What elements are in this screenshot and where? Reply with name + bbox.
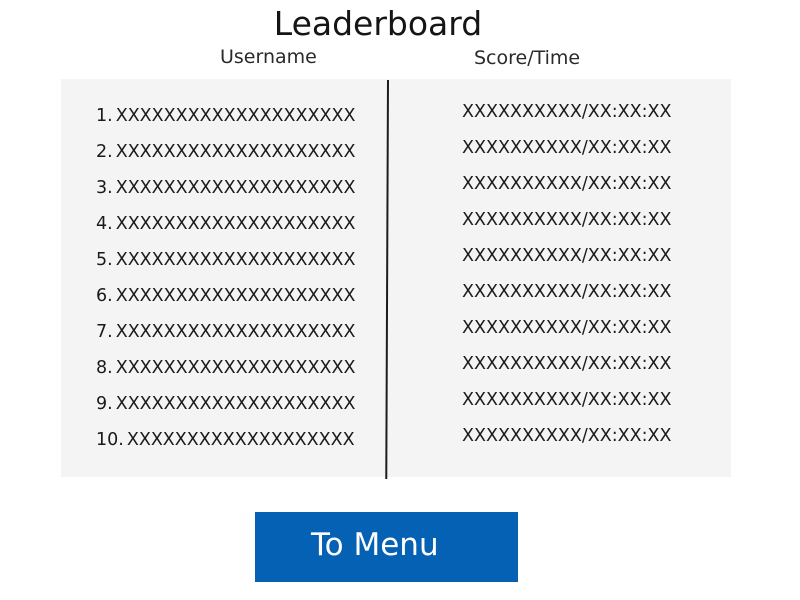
entry-score: XXXXXXXXXX/XX:XX:XX — [462, 282, 672, 302]
entry-username: XXXXXXXXXXXXXXXXXXXX — [115, 322, 356, 342]
leaderboard-screen: Leaderboard Username Score/Time 1. XXXXXX… — [0, 0, 800, 600]
leaderboard-entry: 4. XXXXXXXXXXXXXXXXXXXX — [96, 211, 355, 247]
leaderboard-entry: 2. XXXXXXXXXXXXXXXXXXXX — [96, 139, 355, 175]
entry-rank: 4. — [96, 214, 113, 234]
leaderboard-entry: 3. XXXXXXXXXXXXXXXXXXXX — [96, 175, 355, 211]
score-list: XXXXXXXXXX/XX:XX:XX XXXXXXXXXX/XX:XX:XX … — [462, 99, 672, 459]
entry-score: XXXXXXXXXX/XX:XX:XX — [462, 210, 672, 230]
entry-rank: 9. — [96, 394, 113, 414]
entry-score: XXXXXXXXXX/XX:XX:XX — [462, 426, 672, 446]
entry-username: XXXXXXXXXXXXXXXXXXXX — [115, 394, 356, 414]
entry-score: XXXXXXXXXX/XX:XX:XX — [462, 138, 672, 158]
entry-username: XXXXXXXXXXXXXXXXXXX — [126, 430, 355, 450]
username-list: 1. XXXXXXXXXXXXXXXXXXXX 2. XXXXXXXXXXXXXXX… — [96, 103, 355, 463]
entry-rank: 10. — [96, 430, 124, 450]
to-menu-button-label: To Menu — [311, 527, 439, 563]
to-menu-button[interactable]: To Menu — [255, 512, 518, 582]
entry-rank: 5. — [96, 250, 113, 270]
leaderboard-entry: 9. XXXXXXXXXXXXXXXXXXXX — [96, 391, 355, 427]
entry-score: XXXXXXXXXX/XX:XX:XX — [462, 390, 672, 410]
entry-username: XXXXXXXXXXXXXXXXXXXX — [115, 106, 356, 126]
leaderboard-entry: 6. XXXXXXXXXXXXXXXXXXXX — [96, 283, 355, 319]
entry-rank: 8. — [96, 358, 113, 378]
entry-score: XXXXXXXXXX/XX:XX:XX — [462, 174, 672, 194]
entry-rank: 6. — [96, 286, 113, 306]
entry-score: XXXXXXXXXX/XX:XX:XX — [462, 318, 672, 338]
entry-rank: 7. — [96, 322, 113, 342]
entry-rank: 2. — [96, 142, 113, 162]
entry-rank: 3. — [96, 178, 113, 198]
leaderboard-entry: 5. XXXXXXXXXXXXXXXXXXXX — [96, 247, 355, 283]
entry-username: XXXXXXXXXXXXXXXXXXXX — [115, 286, 356, 306]
entry-username: XXXXXXXXXXXXXXXXXXXX — [115, 250, 356, 270]
entry-rank: 1. — [96, 106, 113, 126]
score-column-header: Score/Time — [474, 47, 581, 69]
entry-username: XXXXXXXXXXXXXXXXXXXX — [115, 358, 356, 378]
leaderboard-entry: 8. XXXXXXXXXXXXXXXXXXXX — [96, 355, 355, 391]
username-column-header: Username — [220, 46, 317, 68]
entry-score: XXXXXXXXXX/XX:XX:XX — [462, 354, 672, 374]
leaderboard-entry: 7. XXXXXXXXXXXXXXXXXXXX — [96, 319, 355, 355]
entry-username: XXXXXXXXXXXXXXXXXXXX — [115, 214, 356, 234]
leaderboard-entry: 1. XXXXXXXXXXXXXXXXXXXX — [96, 103, 355, 139]
entry-score: XXXXXXXXXX/XX:XX:XX — [462, 102, 672, 122]
page-title: Leaderboard — [273, 4, 483, 43]
entry-score: XXXXXXXXXX/XX:XX:XX — [462, 246, 672, 266]
entry-username: XXXXXXXXXXXXXXXXXXXX — [115, 142, 356, 162]
leaderboard-entry: 10. XXXXXXXXXXXXXXXXXXX — [96, 427, 355, 463]
entry-username: XXXXXXXXXXXXXXXXXXXX — [115, 178, 356, 198]
